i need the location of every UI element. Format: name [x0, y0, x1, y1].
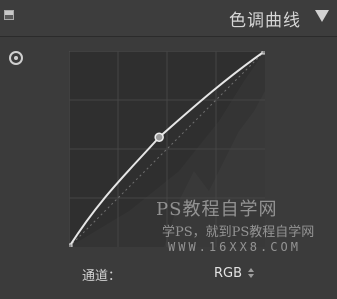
watermark-line3: WWW.16XX8.COM — [168, 240, 301, 254]
target-adjustment-icon[interactable] — [9, 51, 23, 65]
curve-control-point[interactable] — [154, 132, 164, 142]
channel-value: RGB — [214, 265, 243, 281]
channel-select[interactable]: RGB — [214, 263, 255, 283]
channel-label: 通道： — [82, 269, 122, 284]
curve-control-point[interactable] — [261, 51, 265, 55]
collapse-square-icon[interactable] — [4, 10, 14, 20]
panel-header[interactable]: 色调曲线 — [0, 0, 337, 37]
curve-control-point[interactable] — [69, 243, 73, 247]
watermark-line1: PS教程自学网 — [156, 199, 278, 220]
triangle-down-icon[interactable] — [315, 10, 329, 22]
updown-arrows-icon — [248, 268, 255, 278]
panel-title: 色调曲线 — [229, 11, 301, 31]
watermark: PS教程自学网 学PS，就到PS教程自学网 WWW.16XX8.COM — [150, 195, 330, 254]
watermark-line2: 学PS，就到PS教程自学网 — [162, 225, 315, 240]
